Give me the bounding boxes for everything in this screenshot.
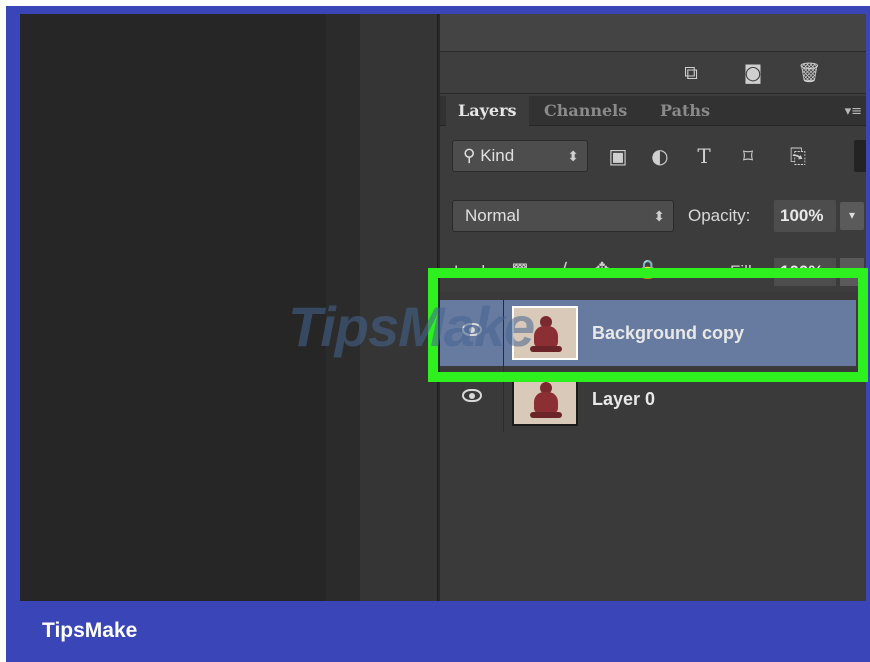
camera-icon[interactable]: ◙ [740, 60, 766, 86]
lock-position-icon[interactable]: ✥ [590, 258, 614, 282]
thumbnail-image [530, 382, 562, 420]
kind-filter-select[interactable]: ⚲ Kind ⬍ [452, 140, 588, 172]
layer-row[interactable]: Layer 0 [440, 366, 856, 432]
panel-tabs: Layers Channels Paths ▾≡ [440, 96, 866, 127]
panel-menu-icon[interactable]: ▾≡ [845, 104, 862, 119]
blend-row: Normal ⬍ Opacity: 100% ▾ [440, 196, 866, 236]
visibility-toggle[interactable] [440, 366, 504, 432]
filter-row: ⚲ Kind ⬍ ▣ ◐ T ⌑ ⎘ [440, 136, 866, 178]
footer-bar: TipsMake [6, 601, 870, 662]
tab-paths[interactable]: Paths [648, 96, 722, 126]
chevron-updown-icon: ⬍ [653, 208, 665, 224]
photoshop-screen: ⧉ ◙ 🗑 Layers Channels Paths ▾≡ ⚲ Kind ⬍ … [20, 14, 866, 607]
lock-all-icon[interactable]: 🔒 [636, 258, 660, 282]
fill-field[interactable]: 100% [774, 258, 836, 286]
search-icon: ⚲ [463, 146, 476, 166]
smart-object-filter-icon[interactable]: ⎘ [784, 142, 812, 170]
layer-thumbnail [512, 306, 578, 360]
lock-label: Lock: [454, 262, 495, 281]
chevron-updown-icon: ⬍ [567, 148, 579, 164]
thumbnail-image [530, 316, 562, 354]
opacity-dropdown-button[interactable]: ▾ [840, 202, 864, 230]
lock-row: Lock: ▩ ∕ ✥ 🔒 Fill: 100% ▾ [440, 254, 866, 290]
layer-row[interactable]: Background copy [440, 300, 856, 366]
layer-thumbnail [512, 372, 578, 426]
image-filter-icon[interactable]: ▣ [604, 142, 632, 170]
panel-topbar [440, 14, 866, 52]
type-filter-icon[interactable]: T [690, 142, 718, 170]
lock-paint-icon[interactable]: ∕ [552, 258, 576, 282]
lock-transparent-icon[interactable]: ▩ [508, 258, 532, 282]
blend-mode-select[interactable]: Normal ⬍ [452, 200, 674, 232]
footer-brand: TipsMake [42, 619, 138, 642]
layer-name[interactable]: Background copy [592, 300, 744, 366]
eye-icon [462, 323, 482, 336]
kind-label: Kind [480, 146, 515, 165]
layers-panel: ⧉ ◙ 🗑 Layers Channels Paths ▾≡ ⚲ Kind ⬍ … [438, 14, 866, 607]
panel-icon-row: ⧉ ◙ 🗑 [440, 52, 866, 94]
shape-filter-icon[interactable]: ⌑ [734, 142, 762, 170]
document-canvas[interactable] [20, 14, 326, 607]
blend-mode-value: Normal [465, 206, 520, 225]
filter-toggle-switch[interactable] [854, 140, 866, 172]
fill-dropdown-button[interactable]: ▾ [840, 258, 864, 286]
opacity-field[interactable]: 100% [774, 200, 836, 232]
visibility-toggle[interactable] [440, 300, 504, 366]
layers-list: Background copy Layer 0 [440, 292, 866, 607]
new-layer-from-comp-icon[interactable]: ⧉ [678, 60, 704, 86]
opacity-label: Opacity: [688, 206, 751, 225]
tab-layers[interactable]: Layers [446, 96, 529, 127]
fill-label: Fill: [730, 262, 757, 281]
layer-name[interactable]: Layer 0 [592, 366, 655, 432]
canvas-gutter [326, 14, 360, 607]
trash-icon[interactable]: 🗑 [796, 60, 822, 86]
eye-icon [462, 389, 482, 402]
panel-dock-strip [360, 14, 438, 607]
tab-channels[interactable]: Channels [532, 96, 639, 126]
adjustment-filter-icon[interactable]: ◐ [646, 142, 674, 170]
